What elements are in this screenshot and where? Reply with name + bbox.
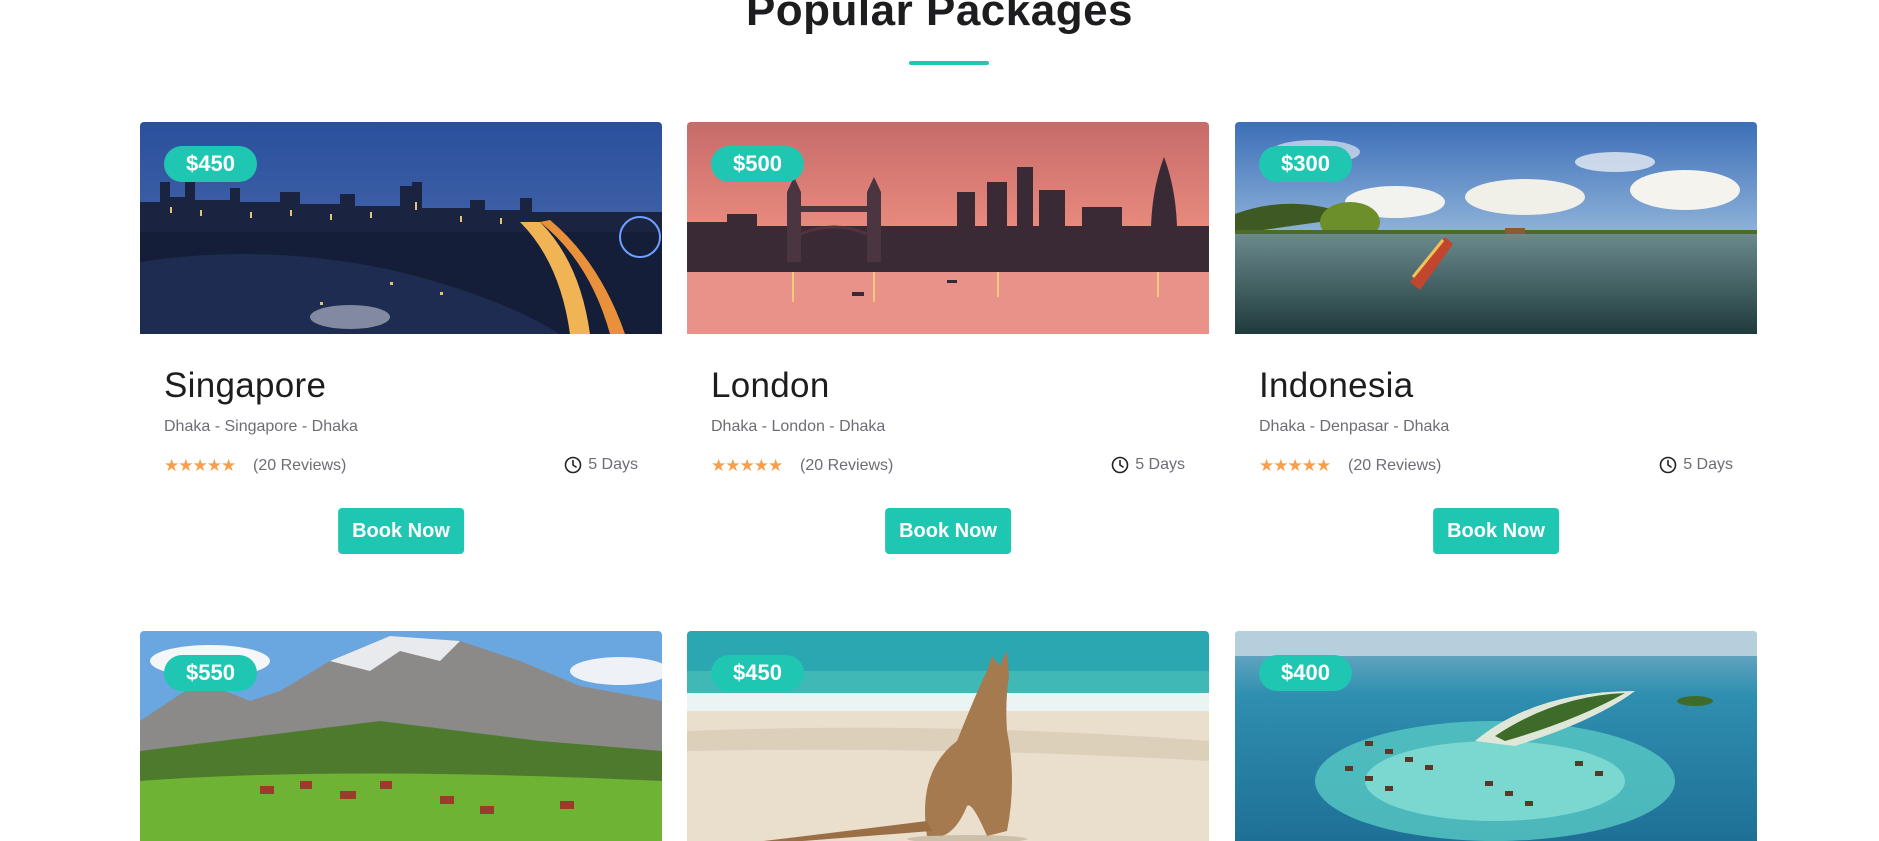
section-title: Popular Packages xyxy=(745,0,1134,35)
reviews-count: (20 Reviews) xyxy=(800,457,894,474)
indonesia-boat-lake-photo[interactable]: $300 xyxy=(1235,122,1757,334)
package-name: Indonesia xyxy=(1259,366,1414,405)
package-meta: ★★★★★ (20 Reviews) 5 Days xyxy=(711,456,1185,478)
title-underline xyxy=(909,61,989,65)
reviews-count: (20 Reviews) xyxy=(1348,457,1442,474)
package-card-6: $400 xyxy=(1235,631,1757,841)
clock-icon xyxy=(1659,456,1677,474)
package-card-singapore: $450 Singapore Dhaka - Singapore - Dhaka… xyxy=(140,122,662,632)
package-name: Singapore xyxy=(164,366,327,405)
package-route: Dhaka - Singapore - Dhaka xyxy=(164,418,358,435)
star-rating-icon: ★★★★★ xyxy=(711,456,783,475)
alpine-mountain-village-photo[interactable]: $550 xyxy=(140,631,662,841)
package-meta: ★★★★★ (20 Reviews) 5 Days xyxy=(164,456,638,478)
book-now-button[interactable]: Book Now xyxy=(1433,508,1559,554)
popular-packages-section: Popular Packages $450 Singapore Dhaka - … xyxy=(0,0,1879,841)
duration: 5 Days xyxy=(1111,456,1185,474)
price-badge: $550 xyxy=(164,655,257,691)
star-rating-icon: ★★★★★ xyxy=(1259,456,1331,475)
kangaroo-beach-photo[interactable]: $450 xyxy=(687,631,1209,841)
package-route: Dhaka - London - Dhaka xyxy=(711,418,886,435)
clock-icon xyxy=(1111,456,1129,474)
price-badge: $450 xyxy=(711,655,804,691)
package-name: London xyxy=(711,366,830,405)
price-badge: $500 xyxy=(711,146,804,182)
clock-icon xyxy=(564,456,582,474)
book-now-button[interactable]: Book Now xyxy=(338,508,464,554)
book-now-button[interactable]: Book Now xyxy=(885,508,1011,554)
package-route: Dhaka - Denpasar - Dhaka xyxy=(1259,418,1450,435)
reviews-count: (20 Reviews) xyxy=(253,457,347,474)
price-badge: $450 xyxy=(164,146,257,182)
package-card-5: $450 xyxy=(687,631,1209,841)
package-card-indonesia: $300 Indonesia Dhaka - Denpasar - Dhaka … xyxy=(1235,122,1757,632)
price-badge: $300 xyxy=(1259,146,1352,182)
maldives-atoll-photo[interactable]: $400 xyxy=(1235,631,1757,841)
package-meta: ★★★★★ (20 Reviews) 5 Days xyxy=(1259,456,1733,478)
duration-label: 5 Days xyxy=(1135,456,1185,473)
duration-label: 5 Days xyxy=(588,456,638,473)
package-card-4: $550 xyxy=(140,631,662,841)
london-tower-bridge-photo[interactable]: $500 xyxy=(687,122,1209,334)
singapore-skyline-photo[interactable]: $450 xyxy=(140,122,662,334)
duration: 5 Days xyxy=(1659,456,1733,474)
duration-label: 5 Days xyxy=(1683,456,1733,473)
duration: 5 Days xyxy=(564,456,638,474)
star-rating-icon: ★★★★★ xyxy=(164,456,236,475)
package-card-london: $500 London Dhaka - London - Dhaka ★★★★★… xyxy=(687,122,1209,632)
price-badge: $400 xyxy=(1259,655,1352,691)
